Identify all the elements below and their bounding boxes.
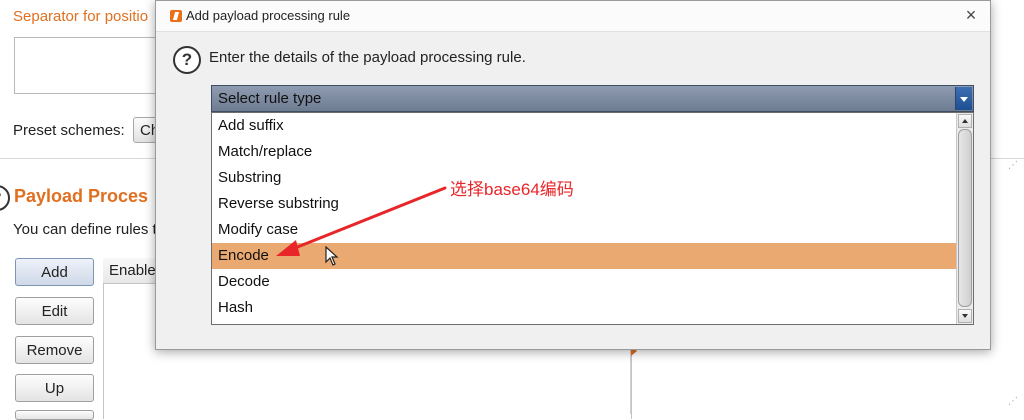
panel-divider xyxy=(630,348,631,414)
mouse-pointer-icon xyxy=(325,246,339,266)
remove-button[interactable]: Remove xyxy=(15,336,94,364)
scrollbar-thumb[interactable] xyxy=(958,129,972,307)
separator-label: Separator for positio xyxy=(13,8,149,25)
dialog-prompt: Enter the details of the payload process… xyxy=(209,49,526,66)
rules-table-header-enabled[interactable]: Enable xyxy=(103,258,163,284)
annotation-label: 选择base64编码 xyxy=(450,180,574,199)
dialog-titlebar[interactable]: Add payload processing rule × xyxy=(156,1,990,32)
option-match-replace[interactable]: Match/replace xyxy=(212,139,957,165)
burp-app-icon xyxy=(170,10,182,22)
rule-type-options[interactable]: Add suffix Match/replace Substring Rever… xyxy=(211,112,974,325)
section-description: You can define rules t xyxy=(13,221,157,238)
option-modify-case[interactable]: Modify case xyxy=(212,217,957,243)
option-decode[interactable]: Decode xyxy=(212,269,957,295)
section-title: Payload Proces xyxy=(14,186,149,206)
options-scrollbar[interactable] xyxy=(956,113,973,324)
resize-grip-icon: ⋰ xyxy=(1008,160,1018,171)
scroll-up-icon[interactable] xyxy=(958,114,972,128)
separator-input[interactable] xyxy=(14,37,166,94)
chevron-down-icon[interactable] xyxy=(955,87,972,110)
option-encode[interactable]: Encode xyxy=(212,243,957,269)
option-hash[interactable]: Hash xyxy=(212,295,957,321)
dialog-title: Add payload processing rule xyxy=(186,8,351,23)
up-button[interactable]: Up xyxy=(15,374,94,402)
close-icon[interactable]: × xyxy=(962,5,980,25)
add-button[interactable]: Add xyxy=(15,258,94,286)
scroll-down-icon[interactable] xyxy=(958,309,972,323)
option-add-suffix[interactable]: Add suffix xyxy=(212,113,957,139)
rule-type-select-value: Select rule type xyxy=(218,90,322,107)
question-icon: ? xyxy=(173,46,201,74)
down-button[interactable] xyxy=(15,410,94,420)
help-icon[interactable]: ? xyxy=(0,185,10,211)
preset-schemes-label: Preset schemes: xyxy=(13,122,125,139)
rule-type-select[interactable]: Select rule type xyxy=(211,85,974,112)
option-reverse-substring[interactable]: Reverse substring xyxy=(212,191,957,217)
resize-grip-icon: ⋰ xyxy=(1008,396,1018,407)
edit-button[interactable]: Edit xyxy=(15,297,94,325)
option-substring[interactable]: Substring xyxy=(212,165,957,191)
